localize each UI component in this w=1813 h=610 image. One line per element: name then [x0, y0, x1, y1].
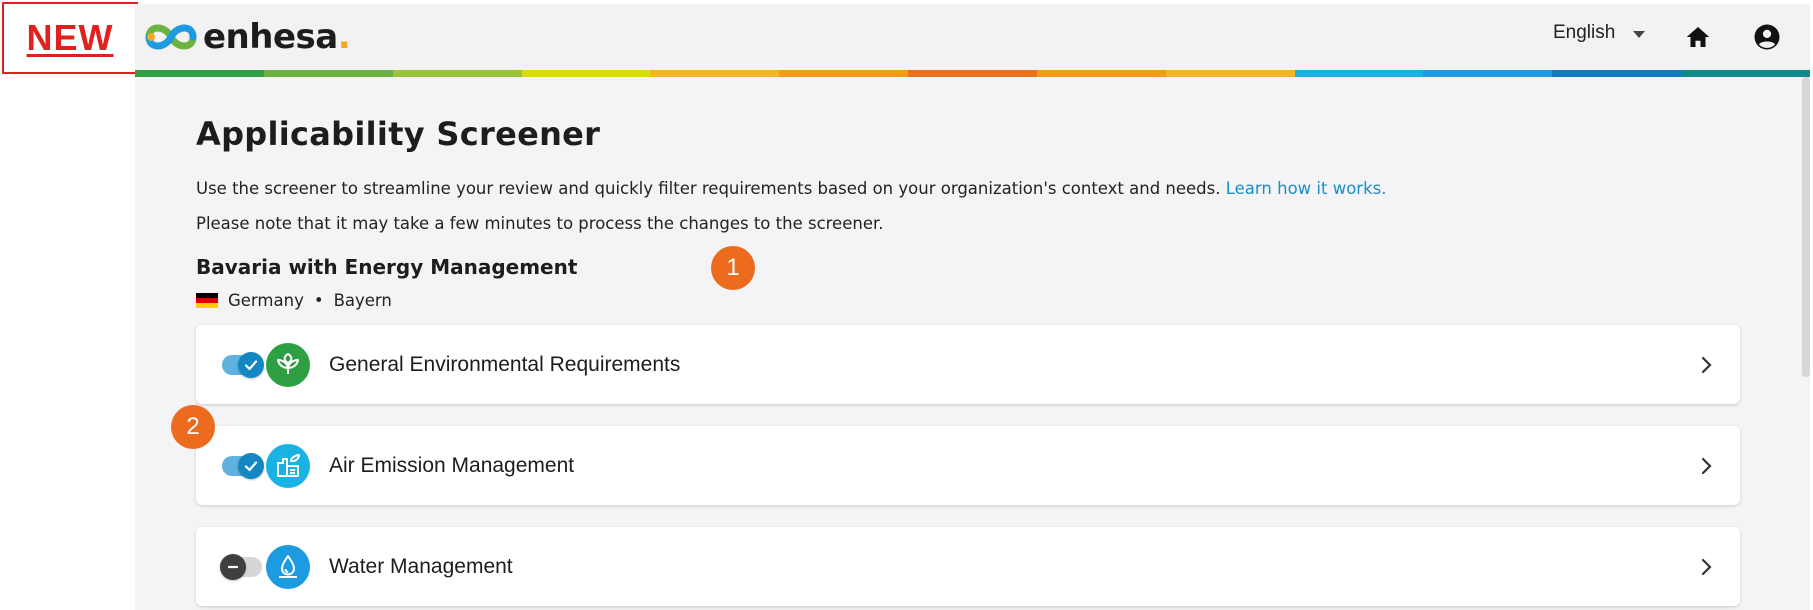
learn-how-link[interactable]: Learn how it works.	[1226, 179, 1387, 198]
page-description: Use the screener to streamline your revi…	[196, 179, 1386, 198]
brand-color-segment	[1681, 70, 1810, 77]
top-header: enhesa. English	[135, 4, 1810, 70]
category-card-air-emission[interactable]: Air Emission Management	[196, 426, 1740, 505]
language-selector[interactable]: English	[1553, 22, 1646, 44]
description-text: Use the screener to streamline your revi…	[196, 179, 1221, 198]
brand-color-bar	[135, 70, 1810, 77]
account-circle-icon	[1754, 24, 1780, 50]
country-label: Germany	[228, 291, 304, 310]
step-marker-1: 1	[711, 246, 755, 290]
plant-icon	[266, 342, 310, 387]
language-label: English	[1553, 22, 1616, 43]
brand-color-segment	[650, 70, 780, 77]
brand-color-segment	[135, 70, 264, 77]
chevron-right-icon	[1701, 356, 1712, 373]
new-badge-label: NEW	[26, 17, 114, 58]
category-label: General Environmental Requirements	[329, 352, 681, 376]
home-icon	[1686, 27, 1710, 47]
logo-text: enhesa.	[203, 17, 351, 57]
water-drop-icon	[266, 544, 310, 589]
factory-icon	[266, 443, 310, 488]
brand-color-segment	[1423, 70, 1553, 77]
screener-name: Bavaria with Energy Management	[196, 255, 578, 279]
category-label: Air Emission Management	[329, 453, 575, 477]
check-icon	[238, 351, 264, 378]
brand-color-segment	[1552, 70, 1682, 77]
category-toggle[interactable]	[222, 351, 264, 378]
germany-flag-icon	[196, 293, 218, 308]
caret-down-icon	[1633, 30, 1646, 38]
enhesa-logo[interactable]: enhesa.	[143, 16, 351, 58]
new-badge: NEW	[2, 2, 138, 74]
category-card-general-environmental[interactable]: General Environmental Requirements	[196, 325, 1740, 404]
scrollbar[interactable]	[1802, 77, 1810, 377]
brand-color-segment	[908, 70, 1037, 77]
location-separator: •	[313, 291, 324, 310]
page-title: Applicability Screener	[196, 115, 601, 153]
step-marker-2: 2	[171, 405, 215, 449]
category-toggle[interactable]	[222, 452, 264, 479]
brand-color-segment	[263, 70, 393, 77]
brand-color-segment	[392, 70, 522, 77]
chevron-right-icon	[1701, 558, 1712, 575]
brand-color-segment	[521, 70, 651, 77]
chevron-right-icon	[1701, 457, 1712, 474]
processing-note: Please note that it may take a few minut…	[196, 214, 884, 233]
brand-color-segment	[779, 70, 909, 77]
category-label: Water Management	[329, 554, 513, 578]
brand-color-segment	[1036, 70, 1166, 77]
minus-icon	[220, 553, 246, 580]
check-icon	[238, 452, 264, 479]
app-window: enhesa. English Applicability Screener U…	[135, 4, 1810, 610]
location-line: Germany • Bayern	[196, 291, 392, 310]
brand-color-segment	[1165, 70, 1295, 77]
region-label: Bayern	[333, 291, 392, 310]
category-toggle[interactable]	[220, 553, 262, 580]
category-card-water[interactable]: Water Management	[196, 527, 1740, 606]
account-button[interactable]	[1752, 22, 1782, 52]
brand-color-segment	[1294, 70, 1424, 77]
logo-mark-icon	[145, 24, 197, 50]
home-button[interactable]	[1683, 22, 1713, 52]
